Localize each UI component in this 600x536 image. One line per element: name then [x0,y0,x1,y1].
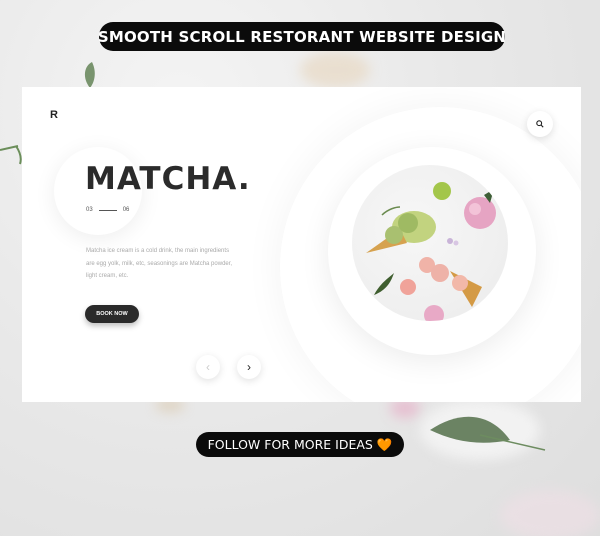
counter-total: 06 [122,207,130,213]
next-slide-button[interactable]: › [237,355,261,379]
leaf-decoration [84,62,95,88]
book-now-button[interactable]: BOOK NOW [85,305,139,323]
bottom-caption-text: FOLLOW FOR MORE IDEAS [207,437,373,452]
chevron-left-icon: ‹ [206,360,210,374]
leaf-decoration [0,145,22,165]
description-text: Matcha ice cream is a cold drink, the ma… [86,248,233,279]
counter-current: 03 [86,207,93,213]
slide-counter: 03 06 [86,207,129,213]
heart-icon: 🧡 [376,436,393,452]
counter-divider [98,209,117,211]
chevron-right-icon: › [247,360,251,374]
leaf-decoration [430,416,546,451]
matcha-dish-illustration [366,182,496,321]
page-title: MATCHA. [85,161,251,197]
bottom-caption-banner: FOLLOW FOR MORE IDEAS 🧡 [196,432,404,457]
previous-slide-button[interactable]: ‹ [196,355,220,379]
site-logo[interactable]: R [50,109,58,121]
search-icon [536,120,544,128]
search-button[interactable] [527,111,553,137]
matcha-food-image [352,165,508,321]
top-caption-text: SMOOTH SCROLL RESTORANT WEBSITE DESIGN [97,27,507,46]
top-caption-banner: SMOOTH SCROLL RESTORANT WEBSITE DESIGN [97,22,507,51]
website-preview-card: R MATCHA. 03 06 Matcha ice cream is a co… [22,87,581,402]
blurred-background-cone [300,52,370,88]
blurred-background-flower [500,490,600,536]
